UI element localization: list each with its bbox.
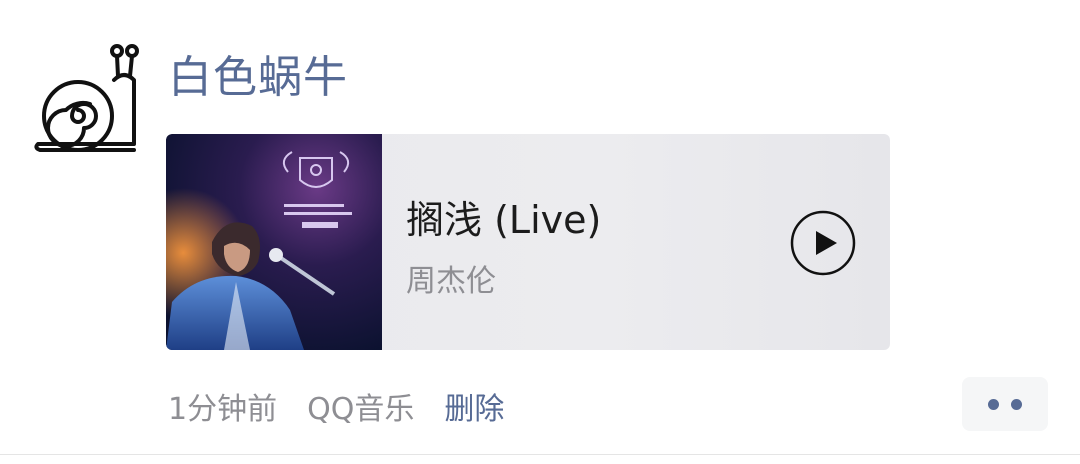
music-card[interactable]: 搁浅 (Live) 周杰伦 xyxy=(166,134,890,350)
divider xyxy=(0,454,1080,455)
post-source: QQ音乐 xyxy=(307,392,415,427)
album-cover xyxy=(166,134,382,350)
more-dots-icon xyxy=(1011,398,1022,410)
post-timestamp: 1分钟前 xyxy=(168,392,278,427)
post-meta: 1分钟前 QQ音乐 删除 xyxy=(168,384,504,428)
song-artist: 周杰伦 xyxy=(406,264,496,299)
delete-link[interactable]: 删除 xyxy=(444,384,504,428)
author-name[interactable]: 白色蜗牛 xyxy=(168,50,348,106)
play-button[interactable] xyxy=(790,210,856,276)
snail-icon xyxy=(34,44,139,152)
more-button[interactable] xyxy=(962,377,1048,431)
song-title: 搁浅 (Live) xyxy=(406,198,602,242)
more-dots-icon xyxy=(988,398,999,410)
avatar[interactable] xyxy=(30,40,142,156)
play-icon xyxy=(790,210,856,276)
